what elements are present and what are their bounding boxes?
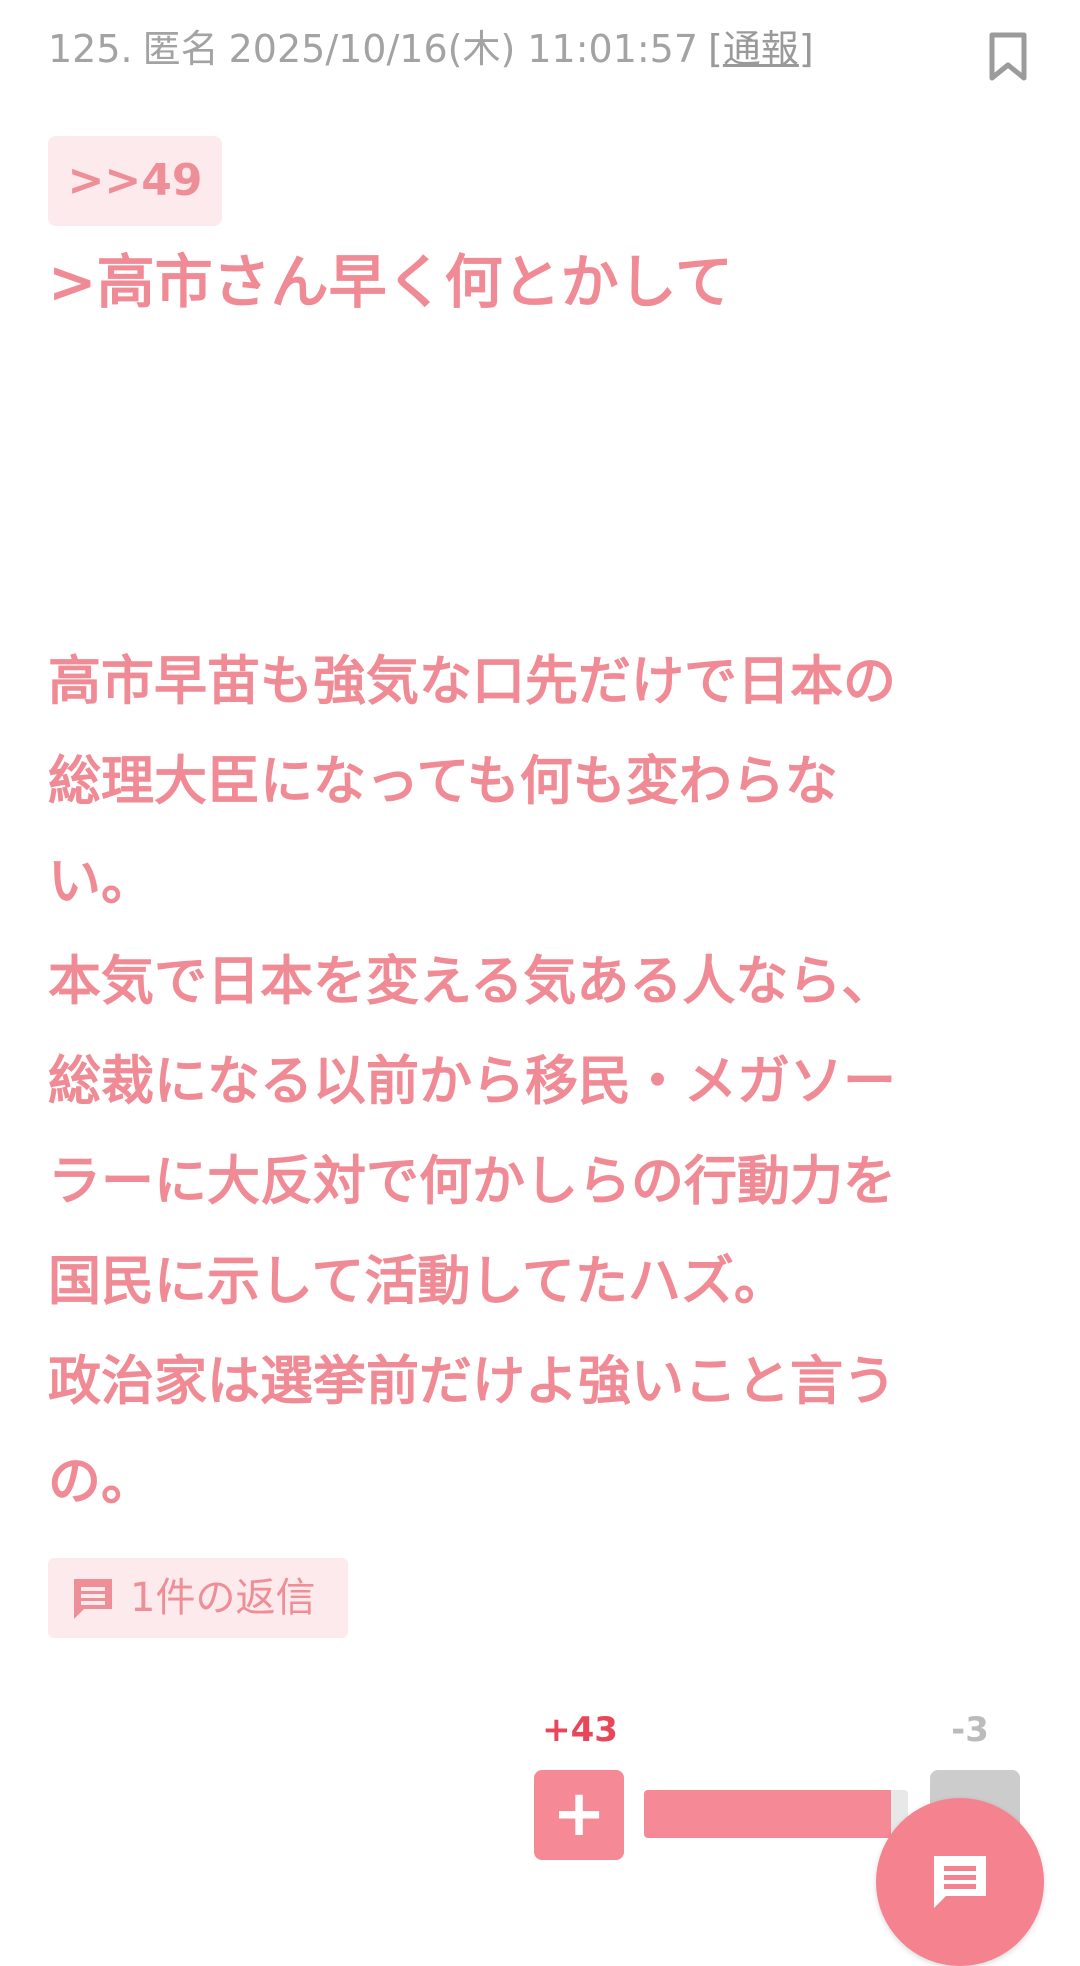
post-author: 匿名 <box>142 27 219 71</box>
report-link[interactable]: [通報] <box>708 27 814 71</box>
minus-vote-count: -3 <box>951 1710 989 1750</box>
comment-icon <box>934 1856 986 1908</box>
body-line: 政治家は選挙前だけよ強いこと言う <box>48 1351 896 1412</box>
comment-icon <box>74 1579 112 1619</box>
body-line: 本気で日本を変える気ある人なら、 <box>48 951 895 1012</box>
plus-vote-count: +43 <box>542 1710 618 1750</box>
post-header: 125. 匿名 2025/10/16(木) 11:01:57 [通報] <box>48 24 948 74</box>
replies-label: 1件の返信 <box>130 1575 316 1621</box>
anchor-link[interactable]: >>49 <box>48 136 222 226</box>
post-number: 125. <box>48 27 133 71</box>
report-link-label[interactable]: 通報 <box>723 27 799 71</box>
quoted-text: >高市さん早く何とかして <box>48 248 733 316</box>
post-datetime: 2025/10/16(木) 11:01:57 <box>228 27 699 71</box>
body-line: 高市早苗も強気な口先だけで日本の <box>48 651 896 712</box>
post-body: 高市早苗も強気な口先だけで日本の 総理大臣になっても何も変わらな い。 本気で日… <box>48 632 1028 1532</box>
replies-button[interactable]: 1件の返信 <box>48 1558 348 1638</box>
vote-ratio-bar <box>644 1790 908 1838</box>
body-line: ラーに大反対で何かしらの行動力を <box>48 1151 896 1212</box>
plus-vote-button[interactable]: + <box>534 1770 624 1860</box>
body-line: の。 <box>48 1451 154 1512</box>
body-line: い。 <box>48 851 154 912</box>
body-line: 総理大臣になっても何も変わらな <box>48 751 838 812</box>
bookmark-icon[interactable] <box>988 32 1028 82</box>
body-line: 総裁になる以前から移民・メガソー <box>48 1051 896 1112</box>
vote-ratio-fill <box>644 1790 891 1838</box>
comment-fab-button[interactable] <box>876 1798 1044 1966</box>
body-line: 国民に示して活動してたハズ。 <box>48 1251 787 1312</box>
